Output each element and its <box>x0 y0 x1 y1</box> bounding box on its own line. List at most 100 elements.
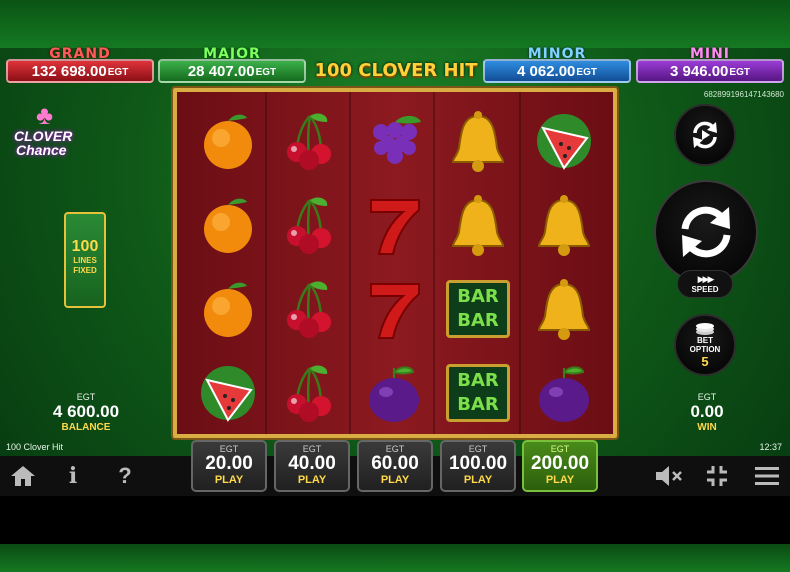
bar-text-bottom: BAR <box>457 310 499 331</box>
help-icon: ? <box>118 463 132 488</box>
watermelon-icon <box>537 114 591 170</box>
speed-icon: ▶▶▶ <box>697 274 715 284</box>
lines-count: 100 <box>71 238 99 255</box>
bet-value: 200.00 <box>530 453 590 474</box>
bet-play-label: PLAY <box>297 474 327 486</box>
seven-icon <box>370 283 420 339</box>
home-icon <box>11 466 35 486</box>
jackpot-grand-amount: 132 698.00 <box>31 62 107 80</box>
speed-label: SPEED <box>691 285 719 294</box>
cherry-icon <box>287 197 331 254</box>
bet-option-value: 5 <box>701 353 709 369</box>
balance-value: 4 600.00 <box>52 402 120 421</box>
bet-option-label2: OPTION <box>689 344 721 354</box>
session-id: 682899196147143680 <box>703 90 784 99</box>
clover-chance-logo: ♣ CLOVER Chance <box>14 100 82 162</box>
bottom-spacer <box>0 496 790 544</box>
bet-value: 40.00 <box>288 453 336 474</box>
win-currency: EGT <box>697 392 717 402</box>
bell-icon <box>451 111 505 172</box>
symbol-seven <box>353 268 435 350</box>
autoplay-icon <box>693 121 717 149</box>
lines-label2: FIXED <box>73 266 97 275</box>
menu-button[interactable] <box>752 462 782 490</box>
jackpot-minor-amount: 4 062.00 <box>517 62 576 80</box>
symbol-bar: BAR BAR <box>437 268 519 350</box>
bet-play-label: PLAY <box>463 474 493 486</box>
reel-divider <box>519 92 521 434</box>
bet-button-5[interactable]: EGT 200.00 PLAY <box>522 440 598 492</box>
symbol-seven <box>353 184 435 266</box>
info-icon: i <box>68 463 78 489</box>
jackpot-mini: MINI 3 946.00 EGT <box>636 46 784 84</box>
symbol-watermelon <box>523 100 605 182</box>
balance-currency: EGT <box>76 392 96 402</box>
jackpot-grand-unit: EGT <box>107 67 129 78</box>
plum-icon <box>539 366 589 422</box>
game-name: 100 Clover Hit <box>6 442 64 452</box>
win-label: WIN <box>697 422 717 433</box>
balance-label: BALANCE <box>61 422 111 433</box>
game-title: 100 CLOVER HIT <box>314 60 478 81</box>
fullscreen-button[interactable] <box>702 462 732 490</box>
win-panel: EGT 0.00 WIN <box>672 392 742 433</box>
symbol-plum <box>353 352 435 434</box>
autoplay-button[interactable] <box>674 104 736 166</box>
speed-button[interactable]: ▶▶▶ SPEED <box>677 270 733 298</box>
symbol-grapes <box>353 100 435 182</box>
spin-button[interactable] <box>654 180 758 284</box>
bet-option-button[interactable]: BET OPTION 5 <box>674 314 736 376</box>
bet-button-4[interactable]: EGT 100.00 PLAY <box>440 440 516 492</box>
jackpot-grand: GRAND 132 698.00 EGT <box>6 46 154 84</box>
bet-value: 100.00 <box>448 453 508 474</box>
bar-text-top: BAR <box>457 370 499 391</box>
jackpot-major-unit: EGT <box>255 67 277 78</box>
jackpot-minor-unit: EGT <box>576 67 597 78</box>
symbol-watermelon <box>187 352 269 434</box>
home-button[interactable] <box>8 462 38 490</box>
symbol-orange <box>187 100 269 182</box>
bet-play-label: PLAY <box>380 474 410 486</box>
bet-button-3[interactable]: EGT 60.00 PLAY <box>357 440 433 492</box>
help-button[interactable]: ? <box>110 462 140 490</box>
plum-icon <box>369 366 419 422</box>
grapes-icon <box>373 115 421 164</box>
bell-icon <box>537 279 591 340</box>
bar-icon: BAR BAR <box>446 364 510 422</box>
symbol-plum <box>523 352 605 434</box>
bell-icon <box>451 195 505 256</box>
hamburger-menu-icon <box>755 467 779 485</box>
reel-grid: BAR BAR BAR BAR <box>173 88 617 438</box>
symbol-cherry <box>269 352 351 434</box>
symbol-bell <box>437 100 519 182</box>
jackpot-mini-unit: EGT <box>729 67 750 78</box>
bet-button-1[interactable]: EGT 20.00 PLAY <box>191 440 267 492</box>
orange-icon <box>204 282 252 337</box>
win-value: 0.00 <box>690 402 724 421</box>
cherry-icon <box>287 113 331 170</box>
bet-button-2[interactable]: EGT 40.00 PLAY <box>274 440 350 492</box>
clock: 12:37 <box>759 442 782 452</box>
bet-value: 20.00 <box>205 453 253 474</box>
symbol-orange <box>187 268 269 350</box>
bar-icon: BAR BAR <box>446 280 510 338</box>
jackpot-major: MAJOR 28 407.00 EGT <box>158 46 306 84</box>
symbol-bell <box>523 268 605 350</box>
balance-panel: EGT 4 600.00 BALANCE <box>34 392 138 433</box>
symbol-bell <box>523 184 605 266</box>
watermelon-icon <box>201 366 255 422</box>
bet-play-label: PLAY <box>545 474 575 486</box>
cherry-icon <box>287 281 331 338</box>
top-background <box>0 0 790 48</box>
lines-indicator: 100 LINES FIXED <box>64 212 106 308</box>
bet-value: 60.00 <box>371 453 419 474</box>
coins-icon <box>696 322 714 335</box>
clover-icon: ♣ <box>36 100 54 130</box>
info-button[interactable]: i <box>58 462 88 490</box>
cherry-icon <box>287 365 331 422</box>
jackpot-mini-amount: 3 946.00 <box>670 62 729 80</box>
symbol-orange <box>187 184 269 266</box>
mute-button[interactable] <box>654 462 684 490</box>
bet-option-label1: BET <box>697 335 713 345</box>
symbol-bar: BAR BAR <box>437 352 519 434</box>
